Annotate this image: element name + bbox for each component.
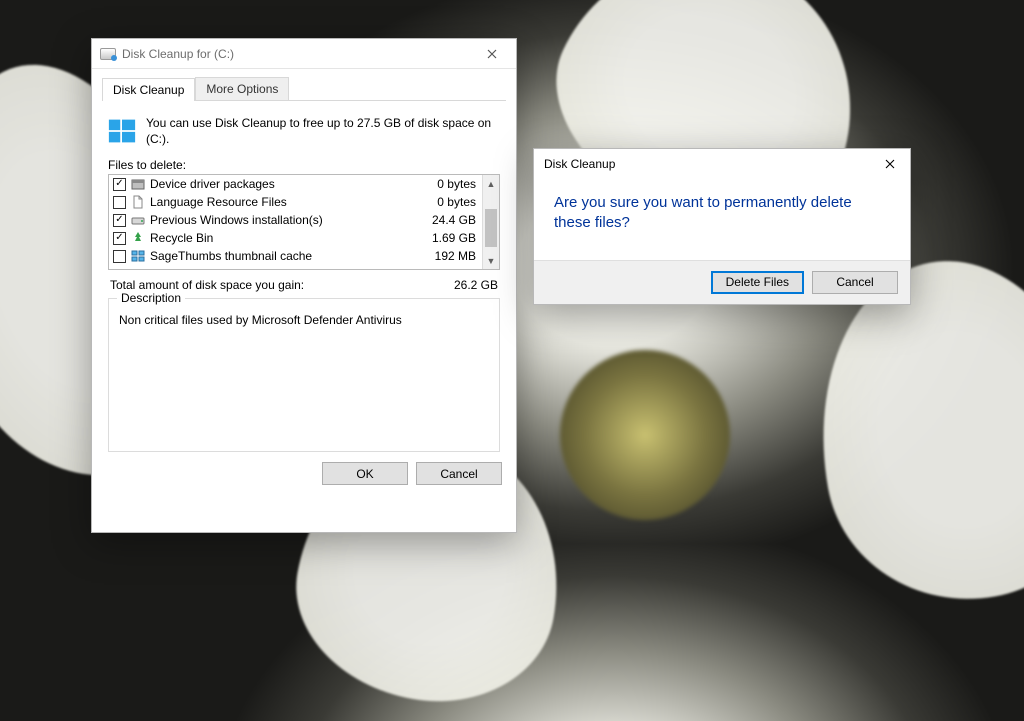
scroll-up-icon[interactable]: ▲ <box>483 175 499 192</box>
ok-button[interactable]: OK <box>322 462 408 485</box>
confirm-dialog: Disk Cleanup Are you sure you want to pe… <box>533 148 911 305</box>
drive-icon <box>100 48 116 60</box>
scroll-thumb[interactable] <box>485 209 497 247</box>
checkbox[interactable] <box>113 214 126 227</box>
list-item[interactable]: Recycle Bin 1.69 GB <box>109 229 482 247</box>
files-to-delete-label: Files to delete: <box>108 158 500 172</box>
description-text: Non critical files used by Microsoft Def… <box>119 313 489 327</box>
thumbnail-icon <box>131 249 145 263</box>
list-item-size: 192 MB <box>435 249 476 263</box>
windows-logo-icon <box>108 115 136 148</box>
list-item-label: Language Resource Files <box>150 195 432 209</box>
disk-cleanup-dialog: Disk Cleanup for (C:) Disk Cleanup More … <box>91 38 517 533</box>
files-listbox[interactable]: Device driver packages 0 bytes Language … <box>108 174 500 270</box>
list-item-size: 0 bytes <box>437 177 476 191</box>
list-item-label: Device driver packages <box>150 177 432 191</box>
list-item[interactable]: SageThumbs thumbnail cache 192 MB <box>109 247 482 265</box>
description-legend: Description <box>117 291 185 305</box>
confirm-close-button[interactable] <box>872 153 908 175</box>
description-group: Description Non critical files used by M… <box>108 298 500 452</box>
cancel-button[interactable]: Cancel <box>416 462 502 485</box>
confirm-title: Disk Cleanup <box>544 157 615 171</box>
confirm-question: Are you sure you want to permanently del… <box>554 193 890 234</box>
list-item-size: 1.69 GB <box>432 231 476 245</box>
intro-text: You can use Disk Cleanup to free up to 2… <box>146 115 500 148</box>
checkbox[interactable] <box>113 232 126 245</box>
scroll-down-icon[interactable]: ▼ <box>483 252 499 269</box>
tab-strip: Disk Cleanup More Options <box>92 69 516 100</box>
checkbox[interactable] <box>113 178 126 191</box>
checkbox[interactable] <box>113 196 126 209</box>
confirm-cancel-button[interactable]: Cancel <box>812 271 898 294</box>
list-item-label: Previous Windows installation(s) <box>150 213 427 227</box>
list-item-label: SageThumbs thumbnail cache <box>150 249 430 263</box>
checkbox[interactable] <box>113 250 126 263</box>
recycle-bin-icon <box>131 231 145 245</box>
list-item-label: Recycle Bin <box>150 231 427 245</box>
total-label: Total amount of disk space you gain: <box>110 278 304 292</box>
total-value: 26.2 GB <box>454 278 498 292</box>
list-item-size: 24.4 GB <box>432 213 476 227</box>
tab-disk-cleanup[interactable]: Disk Cleanup <box>102 78 195 101</box>
window-title: Disk Cleanup for (C:) <box>122 47 234 61</box>
tab-more-options[interactable]: More Options <box>195 77 289 100</box>
close-button[interactable] <box>474 43 510 65</box>
file-icon <box>131 195 145 209</box>
scrollbar[interactable]: ▲ ▼ <box>482 175 499 269</box>
delete-files-button[interactable]: Delete Files <box>711 271 804 294</box>
package-icon <box>131 177 145 191</box>
list-item-size: 0 bytes <box>437 195 476 209</box>
list-item[interactable]: Language Resource Files 0 bytes <box>109 193 482 211</box>
drive-small-icon <box>131 213 145 227</box>
list-item[interactable]: Previous Windows installation(s) 24.4 GB <box>109 211 482 229</box>
list-item[interactable]: Device driver packages 0 bytes <box>109 175 482 193</box>
confirm-titlebar[interactable]: Disk Cleanup <box>534 149 910 179</box>
titlebar[interactable]: Disk Cleanup for (C:) <box>92 39 516 69</box>
